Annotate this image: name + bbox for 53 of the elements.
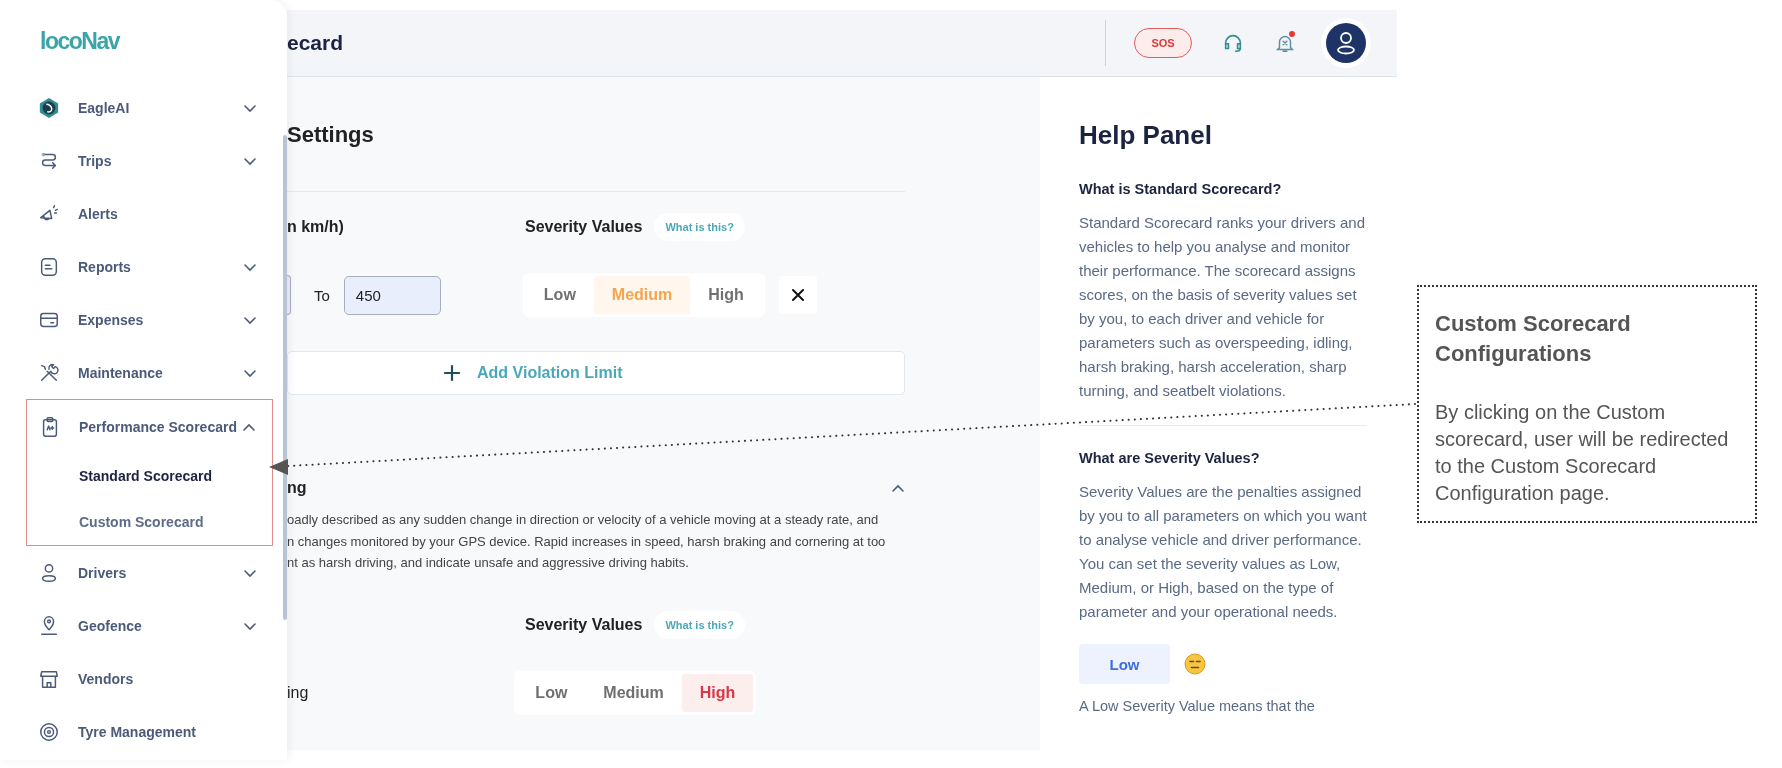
severity-label: Severity Values — [525, 615, 643, 634]
severity-option[interactable]: High — [690, 276, 762, 314]
sidebar-item[interactable]: Tyre Management — [26, 705, 273, 758]
tyre-icon — [38, 720, 60, 743]
sidebar-item[interactable]: Trips — [26, 134, 273, 187]
help-answer: Standard Scorecard ranks your drivers and vehicles to help you analyse and monitor their performance. The scorecard assigns scores, on the basis of severity values set by you, to each driver and vehicle for parameters such as overspeeding, idling, harsh braking, harsh acceleration, sharp turning, and seatbelt violations. — [1079, 213, 1366, 401]
close-icon — [789, 287, 806, 303]
emoji-icon — [1184, 653, 1206, 675]
field-label: n km/h) — [287, 218, 345, 236]
annotation-text: By clicking on the Custom scorecard, user will be redirected to the Custom Scorecard Configuration page. — [1435, 400, 1730, 506]
bell-icon[interactable] — [1274, 31, 1296, 55]
description-text: nt as harsh driving, and indicate unsafe and aggressive driving habits. — [287, 554, 690, 572]
section-title: ng — [287, 479, 308, 497]
severity-option[interactable]: Low — [517, 673, 586, 712]
tools-icon — [38, 361, 60, 384]
sidebar-item[interactable]: Maintenance — [26, 346, 273, 399]
sidebar-item[interactable]: Geofence — [26, 599, 273, 652]
sidebar-item[interactable]: Reports — [26, 240, 273, 293]
parameter-label: ing — [287, 683, 309, 702]
help-answer: Severity Values are the penalties assigned by you to all parameters on which you want to analyse vehicle and driver performance. You can set the severity values as Low, Medium, or High, based on the type of parameter and your operational needs. — [1079, 482, 1367, 622]
section-heading: Settings — [287, 122, 374, 149]
close-button[interactable] — [778, 276, 817, 314]
field-label: To — [314, 286, 330, 304]
sidebar-item[interactable]: Alerts — [26, 187, 273, 240]
sidebar-item[interactable]: Drivers — [26, 546, 273, 599]
description-text: oadly described as any sudden change in direction or velocity of a vehicle moving at a steady rate, and — [287, 511, 880, 529]
location-pin-icon — [38, 614, 60, 637]
scrollbar[interactable] — [283, 135, 287, 620]
headset-icon[interactable] — [1222, 32, 1244, 54]
panel-title: Help Panel — [1079, 120, 1212, 151]
annotation-title: Custom Scorecard Configurations — [1435, 310, 1632, 368]
description-text: n changes monitored by your GPS device. Rapid increases in speed, harsh braking and cornering at too — [287, 532, 887, 551]
severity-option[interactable]: Medium — [585, 673, 682, 712]
help-text: A Low Severity Value means that the — [1079, 698, 1316, 714]
severity-tag: Low — [1079, 644, 1170, 684]
input-field[interactable]: 450 — [343, 275, 441, 315]
sos-button[interactable]: SOS — [1134, 28, 1192, 58]
severity-option[interactable]: High — [681, 673, 754, 712]
document-icon — [38, 255, 60, 278]
globe-icon — [38, 96, 60, 119]
sidebar-item[interactable]: EagleAI — [26, 81, 273, 134]
help-question: What are Severity Values? — [1079, 450, 1261, 466]
help-question: What is Standard Scorecard? — [1079, 181, 1283, 197]
submenu-item[interactable]: Custom Scorecard — [27, 499, 272, 545]
page-title: ecard — [287, 31, 345, 55]
severity-label: Severity Values — [525, 218, 643, 236]
input-field[interactable] — [287, 275, 291, 315]
sidebar-item[interactable]: Expenses — [26, 293, 273, 346]
plus-icon — [443, 364, 461, 382]
sidebar-item[interactable]: Performance Scorecard — [27, 400, 272, 453]
severity-option[interactable]: Low — [525, 276, 594, 314]
sidebar-item[interactable]: Vendors — [26, 652, 273, 705]
submenu-item[interactable]: Standard Scorecard — [27, 453, 272, 499]
